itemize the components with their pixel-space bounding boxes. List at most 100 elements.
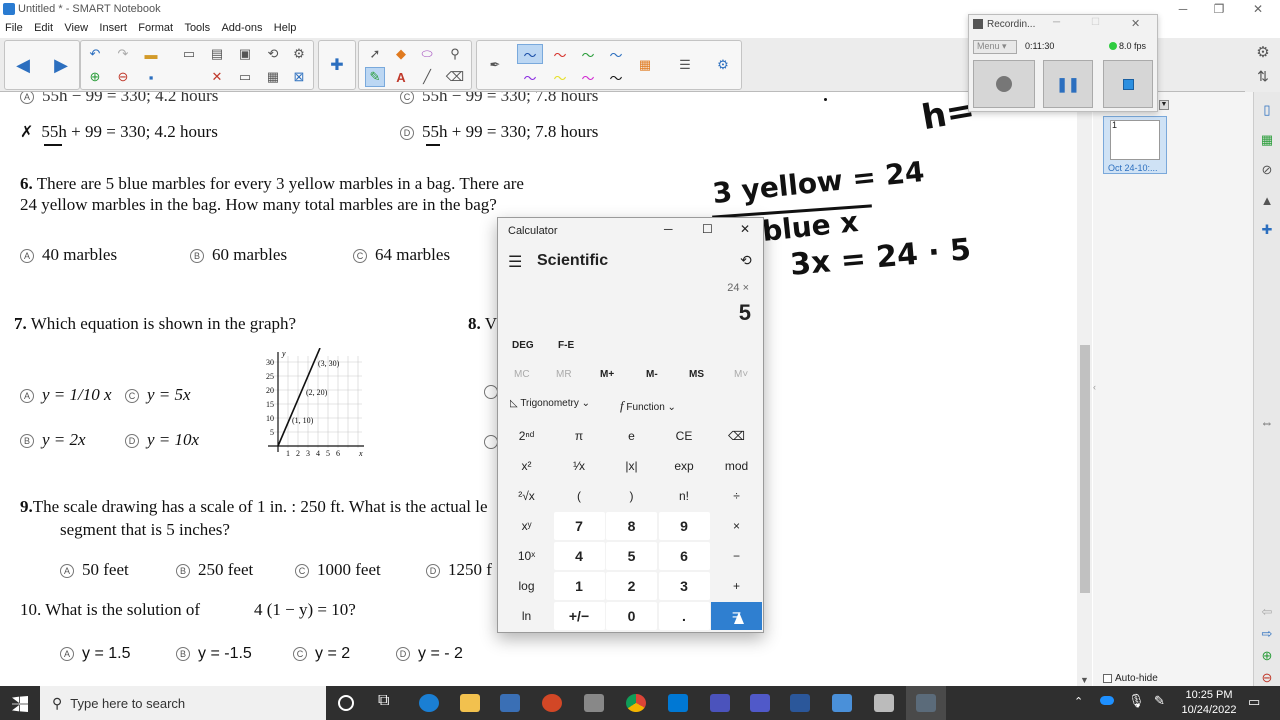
- decimal-button[interactable]: .: [658, 602, 710, 630]
- maximize-icon[interactable]: ❐: [1204, 2, 1234, 16]
- side-add-page-icon[interactable]: ⊕: [1257, 646, 1277, 666]
- paste-icon[interactable]: ▤: [207, 44, 227, 64]
- clear-entry-button[interactable]: CE: [659, 422, 710, 450]
- add-page-icon[interactable]: ⊕: [85, 67, 105, 87]
- clock-date[interactable]: 10/24/2022: [1180, 704, 1238, 716]
- memory-list-button[interactable]: M˅: [734, 369, 748, 380]
- capture-icon[interactable]: ▣: [235, 44, 255, 64]
- key-8[interactable]: 8: [606, 512, 657, 540]
- pen-color-magenta-icon[interactable]: 〜: [575, 67, 601, 87]
- color-palette-icon[interactable]: ▦: [635, 55, 655, 75]
- key-7[interactable]: 7: [553, 512, 605, 540]
- pen-type-icon[interactable]: ✒: [485, 55, 505, 75]
- document-icon[interactable]: [874, 694, 894, 712]
- pause-button[interactable]: ❚❚: [1043, 60, 1093, 108]
- minus-button[interactable]: −: [711, 542, 762, 570]
- pi-button[interactable]: π: [554, 422, 605, 450]
- ten-power-button[interactable]: 10ˣ: [501, 542, 552, 570]
- microphone-icon[interactable]: 🎙: [1128, 693, 1145, 709]
- pane-dropdown-icon[interactable]: ▼: [1159, 100, 1169, 110]
- clock-time[interactable]: 10:25 PM: [1184, 689, 1234, 701]
- fe-button[interactable]: F-E: [558, 340, 574, 351]
- share-icon[interactable]: ⚙: [289, 44, 309, 64]
- key-1[interactable]: 1: [553, 572, 605, 600]
- menu-help[interactable]: Help: [274, 22, 297, 34]
- zoom-app-icon[interactable]: [710, 694, 730, 712]
- mod-button[interactable]: mod: [711, 452, 762, 480]
- eraser-icon[interactable]: ⬭: [417, 44, 437, 64]
- menu-file[interactable]: File: [5, 22, 23, 34]
- power-button[interactable]: xʸ: [501, 512, 552, 540]
- magic-pen-icon[interactable]: ⚲: [445, 44, 465, 64]
- factorial-button[interactable]: n!: [659, 482, 710, 510]
- page-thumbnail[interactable]: 1 Oct 24-10:...: [1103, 116, 1167, 174]
- redo-icon[interactable]: ↷: [113, 44, 133, 64]
- menu-edit[interactable]: Edit: [34, 22, 53, 34]
- menu-tools[interactable]: Tools: [184, 22, 210, 34]
- save-icon[interactable]: ▪: [141, 67, 161, 87]
- exp-button[interactable]: exp: [659, 452, 710, 480]
- scrollbar-thumb[interactable]: [1080, 345, 1090, 593]
- calc-close-icon[interactable]: ✕: [740, 222, 750, 236]
- calculator-taskbar-active[interactable]: [906, 686, 946, 720]
- smart-notebook-taskbar-icon[interactable]: [832, 694, 852, 712]
- stop-button[interactable]: [1103, 60, 1153, 108]
- ln-button[interactable]: ln: [501, 602, 552, 630]
- chrome-icon[interactable]: [626, 694, 646, 712]
- pen-color-blue-icon[interactable]: 〜: [517, 44, 543, 64]
- multiply-button[interactable]: ×: [711, 512, 762, 540]
- shapes-icon[interactable]: ◆: [391, 44, 411, 64]
- select-icon[interactable]: ➚: [365, 44, 385, 64]
- previous-page-icon[interactable]: ◀: [13, 55, 33, 75]
- open-paren-button[interactable]: (: [554, 482, 605, 510]
- pen-workspace-icon[interactable]: ✎: [1154, 693, 1165, 709]
- pen-color-lightblue-icon[interactable]: 〜: [603, 44, 629, 64]
- minimize-icon[interactable]: ─: [1168, 2, 1198, 16]
- memory-store-button[interactable]: MS: [689, 369, 704, 380]
- memory-recall-button[interactable]: MR: [556, 369, 572, 380]
- close-paren-button[interactable]: ): [606, 482, 657, 510]
- square-button[interactable]: x²: [501, 452, 552, 480]
- cortana-icon[interactable]: [338, 695, 354, 711]
- screen-icon[interactable]: ▭: [179, 44, 199, 64]
- pens-icon[interactable]: ✎: [365, 67, 385, 87]
- memory-clear-button[interactable]: MC: [514, 369, 530, 380]
- pen-color-green-icon[interactable]: 〜: [575, 44, 601, 64]
- open-folder-icon[interactable]: ▬: [141, 44, 161, 64]
- negate-button[interactable]: +/−: [553, 602, 605, 630]
- taskbar-search-box[interactable]: ⚲ Type here to search: [40, 686, 326, 720]
- divide-button[interactable]: ÷: [711, 482, 762, 510]
- document-camera-icon[interactable]: ✚: [327, 55, 347, 75]
- windows-start-icon[interactable]: [12, 696, 28, 712]
- eraser-tool-icon[interactable]: ⌫: [445, 67, 465, 87]
- deg-button[interactable]: DEG: [512, 340, 534, 351]
- side-forward-icon[interactable]: ⇨: [1257, 624, 1277, 644]
- record-button[interactable]: [973, 60, 1035, 108]
- sqrt-button[interactable]: ²√x: [501, 482, 552, 510]
- pen-color-yellow-icon[interactable]: 〜: [547, 67, 573, 87]
- teams-icon[interactable]: [750, 694, 770, 712]
- screen-shade-icon[interactable]: ▭: [235, 67, 255, 87]
- toolbar-move-icon[interactable]: ⇅: [1253, 66, 1273, 86]
- scroll-down-icon[interactable]: ▼: [1080, 675, 1089, 685]
- autohide-checkbox[interactable]: [1103, 674, 1112, 683]
- smart-app-icon[interactable]: [584, 694, 604, 712]
- undo-icon[interactable]: ↶: [85, 44, 105, 64]
- history-icon[interactable]: ⟲: [740, 252, 752, 269]
- pane-resize-icon[interactable]: ‹: [1093, 382, 1096, 392]
- menu-addons[interactable]: Add-ons: [221, 22, 262, 34]
- properties-tab-icon[interactable]: ▲: [1257, 190, 1277, 210]
- menu-view[interactable]: View: [64, 22, 88, 34]
- pen-color-red-icon[interactable]: 〜: [547, 44, 573, 64]
- mail-icon[interactable]: [668, 694, 688, 712]
- delete-icon[interactable]: ✕: [207, 67, 227, 87]
- powerpoint-icon[interactable]: [542, 694, 562, 712]
- key-0[interactable]: 0: [606, 602, 657, 630]
- menu-format[interactable]: Format: [138, 22, 173, 34]
- pen-color-black-icon[interactable]: 〜: [603, 67, 629, 87]
- menu-insert[interactable]: Insert: [99, 22, 127, 34]
- next-page-icon[interactable]: ▶: [51, 55, 71, 75]
- e-button[interactable]: e: [606, 422, 657, 450]
- side-back-icon[interactable]: ⇦: [1257, 602, 1277, 622]
- tray-expand-icon[interactable]: ⌃: [1074, 695, 1083, 708]
